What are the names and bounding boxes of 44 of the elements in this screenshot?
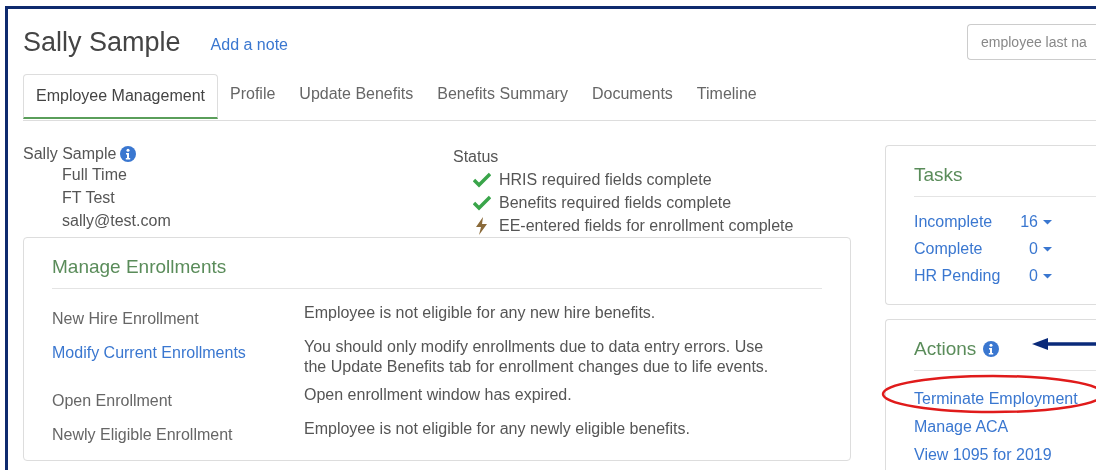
checkmark-icon bbox=[473, 170, 491, 189]
status-text: Benefits required fields complete bbox=[499, 193, 732, 213]
employee-detail: sally@test.com bbox=[61, 211, 172, 231]
task-count-dropdown[interactable]: 0 bbox=[1016, 265, 1052, 287]
employee-name-title: Sally Sample bbox=[23, 26, 181, 58]
checkmark-icon bbox=[473, 193, 491, 212]
enrollment-label: Open Enrollment bbox=[52, 391, 174, 411]
search-field[interactable]: employee last na bbox=[967, 24, 1096, 60]
pointer-arrow bbox=[1032, 338, 1096, 350]
tab[interactable]: Documents bbox=[579, 72, 685, 120]
employee-detail: FT Test bbox=[61, 188, 116, 208]
tab[interactable]: Timeline bbox=[684, 72, 769, 120]
card-heading: Manage Enrollments bbox=[52, 256, 228, 278]
add-note-link[interactable]: Add a note bbox=[210, 36, 288, 54]
caret-icon bbox=[1043, 273, 1052, 279]
enrollment-description: Open enrollment window has expired. bbox=[304, 385, 573, 405]
action-link[interactable]: View 1095 for 2019 bbox=[914, 441, 1096, 469]
caret-icon bbox=[1043, 246, 1052, 252]
info-icon bbox=[120, 146, 137, 162]
tab[interactable]: Profile bbox=[218, 72, 288, 120]
task-count-dropdown[interactable]: 16 bbox=[1016, 211, 1052, 233]
task-link[interactable]: Complete bbox=[914, 238, 1016, 260]
caret-icon bbox=[1043, 219, 1052, 225]
employee-detail: Full Time bbox=[61, 165, 128, 185]
employee-name: Sally Sample bbox=[23, 145, 117, 163]
tab[interactable]: Employee Management bbox=[23, 74, 218, 119]
status-text: HRIS required fields complete bbox=[499, 170, 712, 190]
status-text: EE-entered fields for enrollment complete bbox=[499, 216, 794, 236]
card-heading: Tasks bbox=[914, 164, 964, 186]
task-count-dropdown[interactable]: 0 bbox=[1016, 238, 1052, 260]
card-heading: Actions bbox=[914, 338, 977, 360]
enrollment-link[interactable]: Modify Current Enrollments bbox=[52, 337, 304, 377]
enrollment-description: Employee is not eligible for any newly eligible benefits. bbox=[304, 419, 691, 439]
tab[interactable]: Benefits Summary bbox=[425, 72, 580, 120]
enrollment-description: You should only modify enrollments due to data entry errors. Use the Update Benefits tab for enrollment changes due to life events. bbox=[304, 337, 770, 377]
status-heading: Status bbox=[453, 147, 500, 167]
task-link[interactable]: Incomplete bbox=[914, 211, 1016, 233]
enrollment-label: New Hire Enrollment bbox=[52, 309, 200, 329]
action-link[interactable]: Manage ACA bbox=[914, 413, 1096, 441]
task-link[interactable]: HR Pending bbox=[914, 265, 1016, 287]
enrollment-description: Employee is not eligible for any new hire benefits. bbox=[304, 303, 657, 323]
tab[interactable]: Update Benefits bbox=[287, 72, 426, 120]
info-icon bbox=[983, 341, 1000, 357]
enrollment-label: Newly Eligible Enrollment bbox=[52, 425, 234, 445]
